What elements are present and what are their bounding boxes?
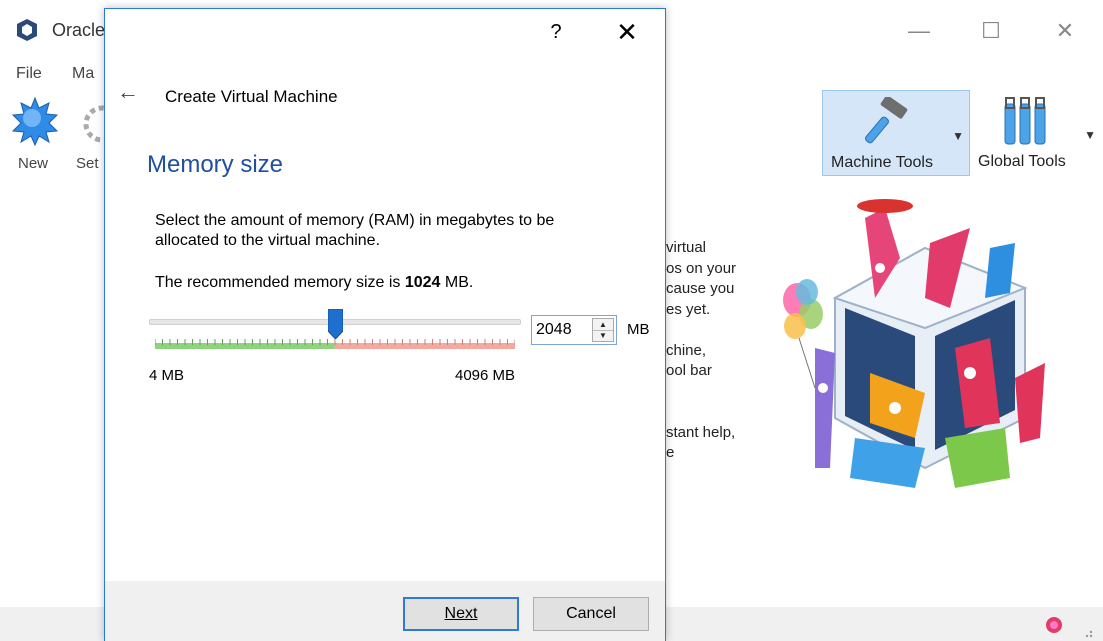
welcome-line: cause you <box>666 280 735 297</box>
cancel-button[interactable]: Cancel <box>533 597 649 631</box>
welcome-line <box>666 382 766 403</box>
memory-input[interactable] <box>532 316 590 344</box>
memory-spinbox[interactable]: ▲ ▼ <box>531 315 617 345</box>
spin-down-icon[interactable]: ▼ <box>593 330 613 341</box>
welcome-line: stant help, <box>666 423 736 441</box>
new-button-label[interactable]: New <box>18 155 48 172</box>
global-tools-icon <box>1004 97 1046 145</box>
help-button[interactable]: ? <box>543 17 569 47</box>
welcome-line: virtual <box>666 239 707 256</box>
minimize-icon[interactable]: — <box>896 14 942 48</box>
menubar: File Ma <box>0 62 110 90</box>
welcome-line: chine, <box>666 341 707 359</box>
menu-file[interactable]: File <box>16 65 42 83</box>
dialog-heading: Create Virtual Machine <box>165 87 338 106</box>
welcome-text: virtual os on your cause you es yet. chi… <box>666 238 766 464</box>
close-icon[interactable]: ✕ <box>1042 14 1088 48</box>
machine-tools-dropdown-icon[interactable]: ▼ <box>952 129 964 143</box>
welcome-line <box>666 402 766 423</box>
new-machine-icon[interactable] <box>10 96 60 146</box>
machine-tools-label: Machine Tools <box>831 154 933 171</box>
settings-gear-icon[interactable] <box>80 102 106 146</box>
network-activity-icon <box>1046 617 1062 633</box>
recommended-memory-text: The recommended memory size is 1024 MB. <box>155 274 473 292</box>
recommended-memory-value: 1024 <box>404 274 441 291</box>
spin-buttons: ▲ ▼ <box>592 318 614 342</box>
menu-machine[interactable]: Ma <box>72 65 94 83</box>
welcome-line: es yet. <box>666 300 711 318</box>
recommendation-suffix: MB. <box>440 274 474 291</box>
app-title: Oracle <box>52 20 106 40</box>
memory-unit-label: MB <box>627 321 650 338</box>
global-tools-label: Global Tools <box>978 153 1066 170</box>
maximize-icon[interactable]: ☐ <box>968 14 1014 48</box>
global-tools-button[interactable]: ▼ Global Tools <box>972 90 1100 176</box>
virtualbox-app-icon <box>17 19 37 41</box>
next-button-label: Next <box>444 605 478 622</box>
machine-tools-button[interactable]: ▼ Machine Tools <box>822 90 970 176</box>
virtualbox-mascot-illustration <box>783 199 1045 488</box>
resize-grip-icon[interactable] <box>1080 625 1094 639</box>
welcome-line <box>666 320 766 341</box>
hammer-icon <box>865 97 908 144</box>
welcome-line: ool bar <box>666 362 712 379</box>
welcome-line: os on your <box>666 259 737 277</box>
dialog-footer: Next Cancel <box>105 581 665 641</box>
slider-min-label: 4 MB <box>149 367 185 384</box>
memory-slider[interactable] <box>149 309 521 353</box>
next-button[interactable]: Next <box>403 597 519 631</box>
memory-description: Select the amount of memory (RAM) in meg… <box>155 212 555 249</box>
slider-scale <box>155 339 515 349</box>
settings-button-label[interactable]: Set <box>76 155 99 172</box>
dialog-titlebar: ? ✕ <box>105 9 665 55</box>
recommendation-prefix: The recommended memory size is <box>155 274 405 291</box>
dialog-close-icon[interactable]: ✕ <box>610 15 644 49</box>
slider-max-label: 4096 MB <box>455 367 516 384</box>
back-arrow-icon[interactable]: ← <box>117 81 139 103</box>
slider-handle[interactable] <box>328 309 343 339</box>
page-title: Memory size <box>147 151 284 178</box>
welcome-line: e <box>666 444 675 461</box>
create-vm-dialog: ? ✕ ← Create Virtual Machine Memory size… <box>104 8 666 641</box>
global-tools-dropdown-icon[interactable]: ▼ <box>1084 128 1096 142</box>
